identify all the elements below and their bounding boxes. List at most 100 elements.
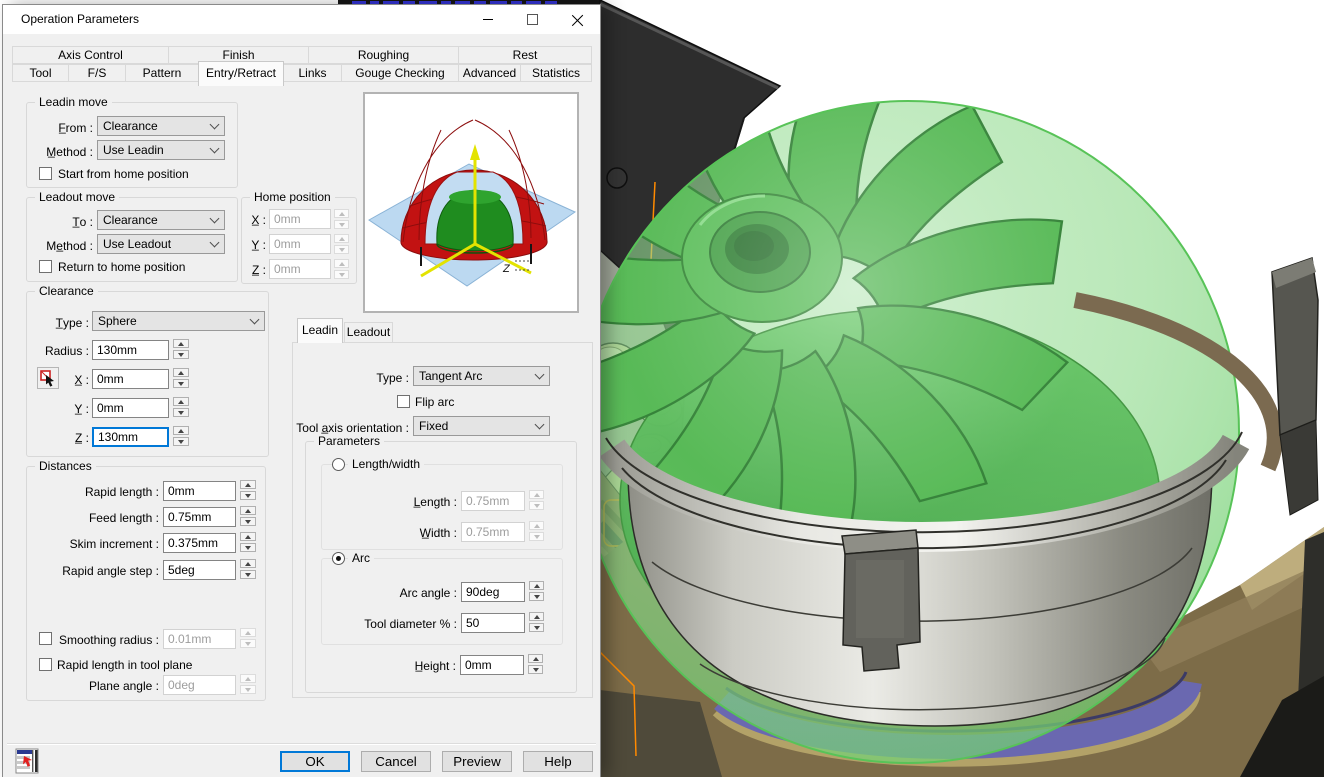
spinner-down-button[interactable]	[173, 350, 189, 359]
flip-arc-checkbox[interactable]	[397, 395, 410, 408]
group-title: Home position	[250, 190, 335, 204]
subtab-leadin[interactable]: Leadin	[297, 318, 343, 343]
clearance-y-field[interactable]	[92, 398, 169, 418]
spinner-up-button	[334, 209, 349, 218]
maximize-button[interactable]	[510, 5, 555, 34]
flip-arc-label: Flip arc	[415, 395, 454, 410]
chevron-down-icon	[535, 420, 545, 430]
spinner-up-button[interactable]	[529, 612, 544, 621]
spinner-down-button	[334, 245, 349, 254]
operation-parameters-dialog: Operation Parameters Axis Control Finish…	[2, 4, 601, 777]
clearance-x-label: X̲ :	[27, 370, 89, 390]
home-x-spinner	[334, 209, 349, 229]
tab-entry-retract[interactable]: Entry/Retract	[198, 61, 284, 86]
spinner-down-button[interactable]	[529, 623, 544, 632]
leadout-to-select[interactable]: Clearance	[97, 210, 225, 230]
radius-field[interactable]	[92, 340, 169, 360]
cancel-button[interactable]: Cancel	[361, 751, 431, 772]
tab-roughing[interactable]: Roughing	[308, 46, 459, 64]
rapid-length-tool-plane-label: Rapid length in tool plane	[57, 658, 192, 673]
ok-button[interactable]: OK	[280, 751, 350, 772]
home-y-spinner	[334, 234, 349, 254]
spinner-down-button[interactable]	[173, 408, 189, 417]
arc-angle-field[interactable]	[461, 582, 525, 602]
length-spinner	[529, 490, 544, 510]
spinner-down-button[interactable]	[240, 491, 256, 500]
to-label: T̲o :	[27, 212, 93, 232]
height-field[interactable]	[460, 655, 524, 675]
arc-radio[interactable]	[332, 552, 345, 565]
subtab-leadout[interactable]: Leadout	[344, 322, 393, 343]
tab-statistics[interactable]: Statistics	[520, 64, 592, 82]
spinner-up-button[interactable]	[240, 559, 256, 568]
smoothing-radius-label: Smoothing radius :	[57, 630, 159, 650]
spinner-up-button[interactable]	[529, 581, 544, 590]
spinner-up-button[interactable]	[173, 339, 189, 348]
spinner-up-button[interactable]	[240, 480, 256, 489]
tool-axis-orientation-value: Fixed	[419, 419, 448, 433]
clearance-type-select[interactable]: Sphere	[92, 311, 265, 331]
help-button[interactable]: Help	[523, 751, 593, 772]
spinner-down-button[interactable]	[240, 543, 256, 552]
spinner-down-button[interactable]	[240, 517, 256, 526]
start-from-home-label: Start from home position	[58, 167, 189, 182]
tab-fs[interactable]: F/S	[68, 64, 126, 82]
spinner-up-button	[334, 234, 349, 243]
clearance-x-field[interactable]	[92, 369, 169, 389]
titlebar[interactable]: Operation Parameters	[3, 5, 600, 34]
spinner-down-button[interactable]	[528, 665, 543, 674]
spinner-up-button	[334, 259, 349, 268]
tab-axis-control[interactable]: Axis Control	[12, 46, 169, 64]
spinner-down-button[interactable]	[173, 379, 189, 388]
leadin-method-select[interactable]: Use Leadin	[97, 140, 225, 160]
minimize-button[interactable]	[465, 5, 510, 34]
close-button[interactable]	[555, 5, 600, 34]
preview-button[interactable]: Preview	[442, 751, 512, 772]
length-width-radio[interactable]	[332, 458, 345, 471]
return-to-home-checkbox[interactable]	[39, 260, 52, 273]
spinner-up-button[interactable]	[528, 654, 543, 663]
spinner-up-button[interactable]	[173, 368, 189, 377]
rapid-angle-step-field[interactable]	[163, 560, 236, 580]
spinner-up-button[interactable]	[173, 426, 189, 435]
plane-angle-spinner	[240, 674, 256, 694]
rapid-length-field[interactable]	[163, 481, 236, 501]
clearance-z-field[interactable]	[92, 427, 169, 447]
smoothing-radius-checkbox[interactable]	[39, 632, 52, 645]
tool-diameter-field[interactable]	[461, 613, 525, 633]
start-from-home-checkbox[interactable]	[39, 167, 52, 180]
group-title: Parameters	[314, 434, 384, 448]
feed-length-label: Feed length :	[27, 508, 159, 528]
method-label: Me̲thod :	[27, 236, 93, 256]
feed-length-field[interactable]	[163, 507, 236, 527]
tab-links[interactable]: Links	[283, 64, 342, 82]
tab-advanced[interactable]: Advanced	[458, 64, 521, 82]
leadout-method-select[interactable]: Use Leadout	[97, 234, 225, 254]
chevron-down-icon	[250, 315, 260, 325]
home-position-group: Home position X̲ : Y̲ : Z̲ :	[241, 197, 357, 284]
spinner-up-button[interactable]	[240, 506, 256, 515]
operation-grid-icon[interactable]	[15, 747, 42, 775]
leadin-type-value: Tangent Arc	[419, 369, 482, 383]
tab-gouge-checking[interactable]: Gouge Checking	[341, 64, 459, 82]
rapid-length-tool-plane-checkbox[interactable]	[39, 658, 52, 671]
tab-rest[interactable]: Rest	[458, 46, 592, 64]
group-title: Distances	[35, 459, 96, 473]
leadout-move-group: Leadout move T̲o : Clearance Me̲thod : U…	[26, 197, 238, 282]
clearance-y-label: Y̲ :	[27, 399, 89, 419]
leadout-method-value: Use Leadout	[103, 237, 171, 251]
spinner-down-button[interactable]	[173, 437, 189, 446]
spinner-down-button[interactable]	[240, 570, 256, 579]
spinner-up-button[interactable]	[240, 532, 256, 541]
spinner-up-button[interactable]	[173, 397, 189, 406]
leadin-from-select[interactable]: Clearance	[97, 116, 225, 136]
tool-axis-orientation-select[interactable]: Fixed	[413, 416, 550, 436]
feed-length-spinner	[240, 506, 256, 526]
tab-tool[interactable]: Tool	[12, 64, 69, 82]
skim-increment-field[interactable]	[163, 533, 236, 553]
leadin-type-select[interactable]: Tangent Arc	[413, 366, 550, 386]
tab-pattern[interactable]: Pattern	[125, 64, 199, 82]
spinner-down-button[interactable]	[529, 592, 544, 601]
footer-separator	[7, 743, 596, 745]
width-field	[461, 522, 525, 542]
